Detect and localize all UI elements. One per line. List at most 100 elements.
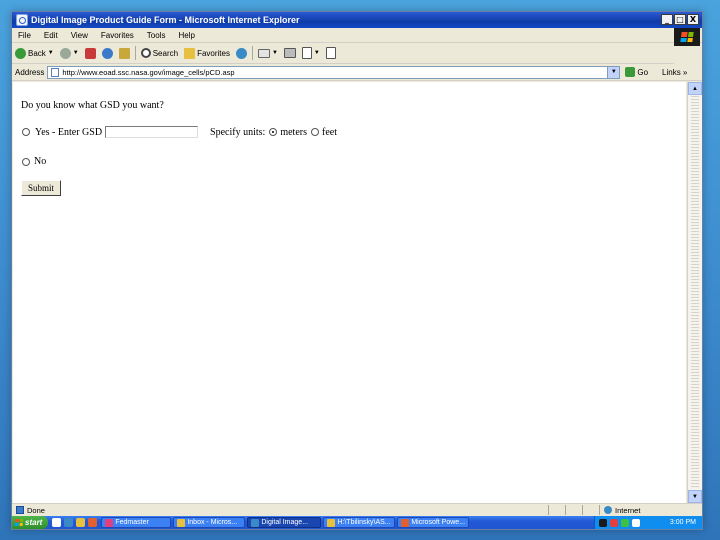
task-digital-image[interactable]: Digital Image... <box>247 517 322 528</box>
address-input[interactable]: http://www.eoad.ssc.nasa.gov/image_cells… <box>47 65 621 79</box>
menu-help[interactable]: Help <box>172 31 201 40</box>
search-button[interactable]: Search <box>138 44 181 62</box>
menu-favorites[interactable]: Favorites <box>95 31 141 40</box>
task-inbox[interactable]: Inbox - Micros... <box>173 517 246 528</box>
unit-option-feet[interactable]: feet <box>310 127 337 138</box>
system-tray: 3:00 PM <box>594 516 702 529</box>
search-label: Search <box>152 48 179 58</box>
task-folder[interactable]: H:\Tbilinsky\AS... <box>323 517 396 528</box>
outlook-app-icon <box>177 518 186 527</box>
start-label: start <box>25 518 43 527</box>
title-bar[interactable]: Digital Image Product Guide Form - Micro… <box>12 12 702 28</box>
back-label: Back <box>28 48 46 58</box>
minimize-button[interactable]: _ <box>661 14 673 25</box>
menu-file[interactable]: File <box>12 31 38 40</box>
back-arrow-icon <box>15 47 26 59</box>
gsd-question: Do you know what GSD you want? <box>21 100 164 111</box>
printer-icon <box>283 48 296 58</box>
stop-button[interactable] <box>82 44 99 62</box>
chevron-down-icon[interactable]: ▼ <box>272 50 278 56</box>
scroll-track[interactable] <box>691 96 699 489</box>
start-button[interactable]: start <box>12 516 49 529</box>
security-tray-icon[interactable] <box>610 518 618 527</box>
gsd-input[interactable] <box>105 126 199 138</box>
maximize-button[interactable]: □ <box>674 14 686 25</box>
address-url[interactable]: http://www.eoad.ssc.nasa.gov/image_cells… <box>62 68 234 77</box>
home-button[interactable] <box>116 44 133 62</box>
chevron-down-icon[interactable]: ▼ <box>48 50 54 56</box>
meters-radio[interactable] <box>269 128 278 136</box>
chevron-down-icon[interactable]: ▼ <box>73 50 79 56</box>
stop-icon <box>84 47 96 59</box>
toolbar-separator <box>134 46 136 60</box>
status-cells <box>548 505 599 515</box>
page-content: Do you know what GSD you want? Yes - Ent… <box>13 82 686 503</box>
go-label: Go <box>637 67 649 77</box>
units-label: Specify units: <box>210 126 266 138</box>
task-label: Inbox - Micros... <box>187 519 238 526</box>
history-button[interactable] <box>233 44 250 62</box>
discuss-button[interactable] <box>323 44 339 62</box>
ie-app-icon <box>16 14 28 26</box>
quick-launch <box>52 518 98 527</box>
favorites-label: Favorites <box>197 48 230 58</box>
window-controls: _ □ X <box>661 14 699 25</box>
feet-radio[interactable] <box>310 128 319 136</box>
folder-icon <box>327 518 336 527</box>
task-label: H:\Tbilinsky\AS... <box>337 519 391 526</box>
mail-icon <box>257 48 270 58</box>
taskbar: start Fedmaster Inbox - Micros... Digita… <box>12 516 702 529</box>
edit-page-icon <box>301 47 312 59</box>
mail-button[interactable]: ▼ <box>255 44 281 62</box>
vertical-scrollbar[interactable]: ▲ ▼ <box>687 82 702 503</box>
print-button[interactable] <box>281 44 299 62</box>
forward-button[interactable]: ▼ <box>57 44 82 62</box>
chevron-down-icon[interactable]: ▼ <box>314 50 320 56</box>
chevron-down-icon[interactable]: ▼ <box>607 66 620 78</box>
app-quicklaunch-icon[interactable] <box>88 518 98 527</box>
volume-tray-icon[interactable] <box>632 518 640 527</box>
task-fedmaster[interactable]: Fedmaster <box>101 517 172 528</box>
gsd-yes-row: Yes - Enter GSD Specify units: meters fe… <box>22 126 337 138</box>
favorites-button[interactable]: Favorites <box>181 44 233 62</box>
windows-logo-throbber <box>674 28 700 46</box>
go-button[interactable]: Go <box>625 67 648 77</box>
back-button[interactable]: Back ▼ <box>12 44 57 62</box>
menu-view[interactable]: View <box>65 31 95 40</box>
yes-radio[interactable] <box>22 128 30 136</box>
outlook-quicklaunch-icon[interactable] <box>76 518 86 527</box>
refresh-button[interactable] <box>99 44 116 62</box>
scroll-down-icon[interactable]: ▼ <box>688 490 702 503</box>
search-icon <box>140 48 151 58</box>
display-tray-icon[interactable] <box>599 518 607 527</box>
ie-quicklaunch-icon[interactable] <box>64 518 74 527</box>
task-powerpoint[interactable]: Microsoft Powe... <box>397 517 470 528</box>
close-button[interactable]: X <box>687 14 699 25</box>
links-button[interactable]: Links » <box>662 68 687 77</box>
status-text: Done <box>27 505 45 515</box>
show-desktop-icon[interactable] <box>52 518 62 527</box>
gsd-no-row: No <box>22 156 46 167</box>
security-zone: Internet <box>599 505 640 515</box>
home-icon <box>118 47 130 59</box>
ie-window: Digital Image Product Guide Form - Micro… <box>11 11 703 530</box>
no-radio[interactable] <box>22 157 30 166</box>
page-done-icon <box>16 506 24 514</box>
edit-button[interactable]: ▼ <box>299 44 323 62</box>
network-tray-icon[interactable] <box>621 518 629 527</box>
history-icon <box>235 47 247 59</box>
submit-button[interactable]: Submit <box>21 180 61 196</box>
unit-option-meters[interactable]: meters <box>269 127 307 138</box>
toolbar-separator <box>251 46 253 60</box>
ie-app-icon <box>251 518 260 527</box>
clock[interactable]: 3:00 PM <box>670 519 696 526</box>
yes-label: Yes - Enter GSD <box>35 126 103 138</box>
no-label: No <box>34 156 47 167</box>
menu-tools[interactable]: Tools <box>141 31 173 40</box>
page-icon <box>51 67 60 77</box>
scroll-up-icon[interactable]: ▲ <box>688 82 702 95</box>
menu-edit[interactable]: Edit <box>38 31 65 40</box>
task-label: Digital Image... <box>261 519 309 526</box>
standard-toolbar: Back ▼ ▼ Search Favorites ▼ ▼ <box>12 43 674 64</box>
meters-label: meters <box>280 126 307 138</box>
